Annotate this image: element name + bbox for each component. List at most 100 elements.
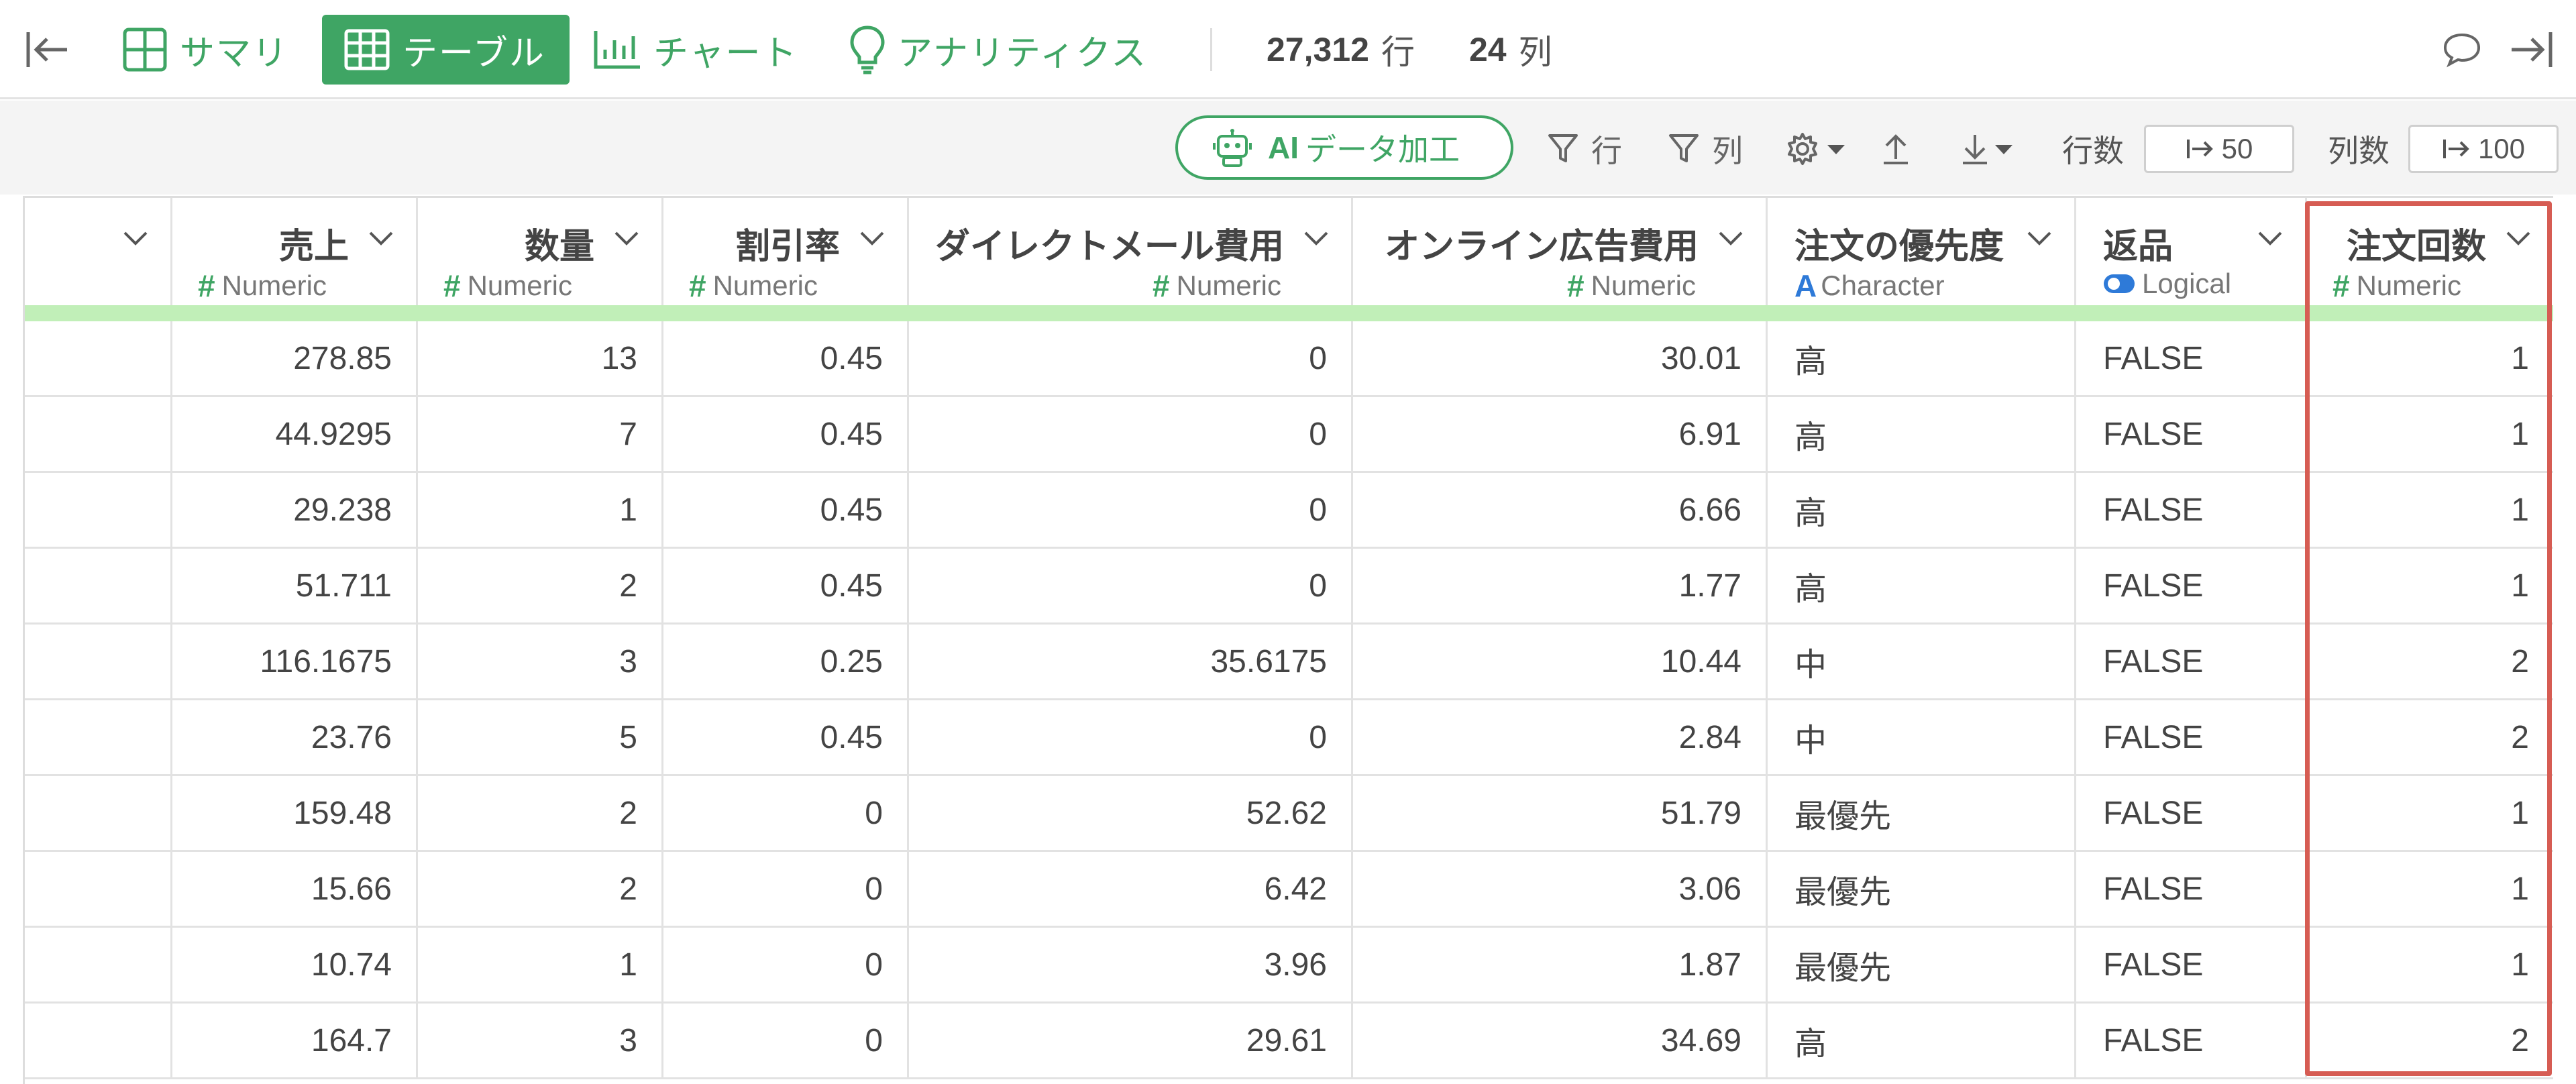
table-cell[interactable]: 2 [418,852,663,926]
settings-menu-button[interactable] [1786,130,1846,168]
table-cell[interactable] [25,1004,172,1077]
table-cell[interactable]: 15.66 [172,852,418,926]
table-cell[interactable]: 0.45 [663,321,909,395]
table-cell[interactable]: 1 [2307,852,2553,926]
table-cell[interactable]: 10.44 [1353,625,1768,698]
table-cell[interactable]: 51.711 [172,549,418,622]
table-cell[interactable]: 34.69 [1353,1004,1768,1077]
upload-button[interactable] [1881,130,1911,168]
table-cell[interactable]: FALSE [2076,549,2307,622]
column-header-5[interactable]: オンライン広告費用 # Numeric [1353,198,1768,321]
table-cell[interactable]: 0 [663,1004,909,1077]
table-row[interactable]: 29.238 1 0.45 0 6.66 高 FALSE 1 [25,473,2553,549]
chevron-down-icon[interactable] [2505,229,2532,248]
columns-per-page-input[interactable]: 100 [2408,125,2559,173]
table-cell[interactable]: 35.6175 [909,625,1353,698]
table-cell[interactable] [25,549,172,622]
column-header-3[interactable]: 割引率 # Numeric [663,198,909,321]
table-cell[interactable]: 3 [418,1004,663,1077]
column-header-1[interactable]: 売上 # Numeric [172,198,418,321]
chevron-down-icon[interactable] [1717,229,1744,248]
table-cell[interactable]: 1 [2307,397,2553,471]
table-cell[interactable]: FALSE [2076,852,2307,926]
column-header-7[interactable]: 返品 Logical [2076,198,2307,321]
table-cell[interactable]: 0.45 [663,549,909,622]
table-cell[interactable]: 6.66 [1353,473,1768,547]
table-cell[interactable]: 1 [2307,473,2553,547]
tab-table[interactable]: テーブル [322,15,570,85]
collapse-right-icon[interactable] [2508,30,2555,73]
table-cell[interactable]: 高 [1768,397,2076,471]
table-cell[interactable]: 278.85 [172,321,418,395]
chevron-down-icon[interactable] [122,229,149,248]
table-cell[interactable]: FALSE [2076,321,2307,395]
table-cell[interactable]: 0.45 [663,473,909,547]
table-cell[interactable] [25,928,172,1001]
table-cell[interactable]: 最優先 [1768,776,2076,850]
table-cell[interactable]: 0 [909,397,1353,471]
column-header-6[interactable]: 注文の優先度 A Character [1768,198,2076,321]
table-cell[interactable]: 0 [909,321,1353,395]
table-cell[interactable]: 0.25 [663,625,909,698]
table-cell[interactable]: FALSE [2076,473,2307,547]
table-cell[interactable]: 2 [418,776,663,850]
table-row[interactable]: 164.7 3 0 29.61 34.69 高 FALSE 2 [25,1004,2553,1079]
table-row[interactable]: 116.1675 3 0.25 35.6175 10.44 中 FALSE 2 [25,625,2553,700]
table-cell[interactable]: 10.74 [172,928,418,1001]
table-cell[interactable] [25,625,172,698]
rows-per-page-input[interactable]: 50 [2144,125,2294,173]
table-cell[interactable]: FALSE [2076,625,2307,698]
table-cell[interactable]: 1 [2307,928,2553,1001]
table-cell[interactable]: 最優先 [1768,852,2076,926]
chevron-down-icon[interactable] [613,229,640,248]
table-row[interactable]: 23.76 5 0.45 0 2.84 中 FALSE 2 [25,700,2553,776]
table-cell[interactable]: 0 [909,549,1353,622]
chevron-down-icon[interactable] [368,229,394,248]
tab-analytics[interactable]: アナリティクス [849,15,1147,85]
table-cell[interactable]: 2 [2307,700,2553,774]
table-cell[interactable]: 2 [418,549,663,622]
ai-data-processing-button[interactable]: AI データ加工 [1175,115,1513,180]
column-header-0[interactable] [25,198,172,321]
row-filter-button[interactable]: 行 [1547,130,1622,168]
table-cell[interactable]: 1 [418,928,663,1001]
table-cell[interactable]: 52.62 [909,776,1353,850]
table-cell[interactable]: FALSE [2076,776,2307,850]
collapse-left-icon[interactable] [24,30,71,73]
table-cell[interactable]: 29.238 [172,473,418,547]
table-cell[interactable]: FALSE [2076,1004,2307,1077]
table-cell[interactable]: 0 [663,928,909,1001]
table-row[interactable]: 15.66 2 0 6.42 3.06 最優先 FALSE 1 [25,852,2553,928]
table-cell[interactable]: 5 [418,700,663,774]
table-row[interactable]: 10.74 1 0 3.96 1.87 最優先 FALSE 1 [25,928,2553,1004]
table-cell[interactable]: 2.84 [1353,700,1768,774]
table-cell[interactable] [25,700,172,774]
table-cell[interactable]: 116.1675 [172,625,418,698]
table-cell[interactable]: 164.7 [172,1004,418,1077]
table-cell[interactable]: 44.9295 [172,397,418,471]
table-cell[interactable]: 0 [663,776,909,850]
table-cell[interactable]: FALSE [2076,700,2307,774]
table-cell[interactable]: 0 [909,473,1353,547]
tab-chart[interactable]: チャート [593,15,798,85]
table-cell[interactable]: FALSE [2076,397,2307,471]
table-cell[interactable] [25,397,172,471]
column-filter-button[interactable]: 列 [1668,130,1743,168]
table-cell[interactable]: 1 [2307,549,2553,622]
table-cell[interactable]: 3 [418,625,663,698]
chevron-down-icon[interactable] [2257,229,2284,248]
chevron-down-icon[interactable] [859,229,885,248]
table-cell[interactable]: 最優先 [1768,928,2076,1001]
table-row[interactable]: 51.711 2 0.45 0 1.77 高 FALSE 1 [25,549,2553,625]
table-row[interactable]: 159.48 2 0 52.62 51.79 最優先 FALSE 1 [25,776,2553,852]
table-cell[interactable]: 159.48 [172,776,418,850]
table-cell[interactable]: FALSE [2076,928,2307,1001]
table-cell[interactable]: 0.45 [663,700,909,774]
table-cell[interactable]: 0.45 [663,397,909,471]
column-header-4[interactable]: ダイレクトメール費用 # Numeric [909,198,1353,321]
table-cell[interactable]: 高 [1768,473,2076,547]
table-cell[interactable]: 13 [418,321,663,395]
table-cell[interactable]: 29.61 [909,1004,1353,1077]
table-cell[interactable]: 30.01 [1353,321,1768,395]
chevron-down-icon[interactable] [1303,229,1330,248]
